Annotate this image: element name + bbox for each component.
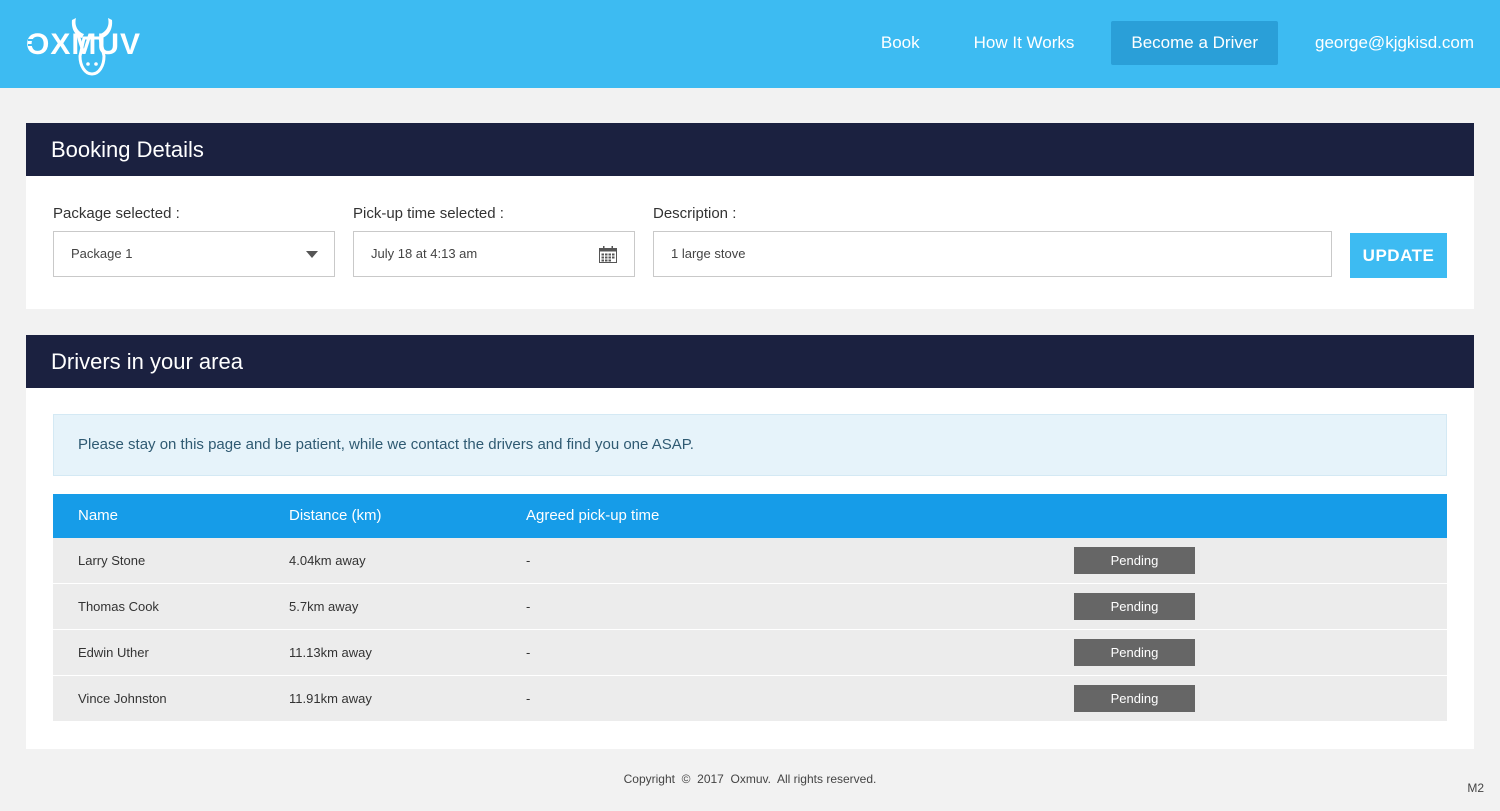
booking-details-title: Booking Details	[26, 123, 1474, 176]
nav-book[interactable]: Book	[854, 21, 947, 65]
description-field: Description : 1 large stove	[653, 205, 1332, 277]
description-label: Description :	[653, 205, 737, 222]
driver-name: Edwin Uther	[78, 645, 149, 660]
top-navbar: OXMUV Book How It Works Become a Driver …	[0, 0, 1500, 88]
build-label: M2	[1467, 781, 1484, 795]
calendar-icon[interactable]	[599, 246, 617, 263]
status-badge[interactable]: Pending	[1074, 639, 1195, 666]
drivers-title: Drivers in your area	[26, 335, 1474, 388]
package-field: Package selected : Package 1	[53, 205, 335, 277]
description-value: 1 large stove	[671, 246, 746, 261]
chevron-down-icon	[306, 251, 318, 258]
driver-name: Vince Johnston	[78, 691, 167, 706]
driver-pickup-time: -	[526, 599, 531, 614]
driver-name: Thomas Cook	[78, 599, 159, 614]
driver-pickup-time: -	[526, 691, 531, 706]
table-row: Vince Johnston 11.91km away - Pending	[53, 676, 1447, 722]
table-row: Edwin Uther 11.13km away - Pending	[53, 630, 1447, 676]
update-button[interactable]: UPDATE	[1350, 233, 1447, 278]
booking-details-panel: Booking Details Package selected : Packa…	[26, 123, 1474, 309]
info-notice: Please stay on this page and be patient,…	[53, 414, 1447, 476]
column-pickup-time: Agreed pick-up time	[526, 507, 660, 524]
table-header: Name Distance (km) Agreed pick-up time	[53, 494, 1447, 538]
column-name: Name	[78, 507, 119, 524]
package-label: Package selected :	[53, 205, 180, 222]
pickup-label: Pick-up time selected :	[353, 205, 504, 222]
driver-distance: 11.13km away	[289, 645, 372, 660]
svg-text:OXMUV: OXMUV	[26, 28, 141, 61]
driver-pickup-time: -	[526, 645, 531, 660]
package-value: Package 1	[71, 246, 133, 261]
column-distance: Distance (km)	[289, 507, 382, 524]
status-badge[interactable]: Pending	[1074, 547, 1195, 574]
status-badge[interactable]: Pending	[1074, 685, 1195, 712]
driver-name: Larry Stone	[78, 553, 146, 568]
package-select[interactable]: Package 1	[53, 231, 335, 277]
nav-user-account[interactable]: george@kjgkisd.com	[1288, 21, 1500, 65]
driver-distance: 5.7km away	[289, 599, 359, 614]
nav-become-a-driver[interactable]: Become a Driver	[1111, 21, 1278, 65]
driver-distance: 4.04km away	[289, 553, 366, 568]
drivers-panel: Drivers in your area Please stay on this…	[26, 335, 1474, 749]
pickup-value: July 18 at 4:13 am	[371, 246, 478, 261]
nav-how-it-works[interactable]: How It Works	[947, 21, 1102, 65]
pickup-time-input[interactable]: July 18 at 4:13 am	[353, 231, 635, 277]
table-row: Thomas Cook 5.7km away - Pending	[53, 584, 1447, 630]
oxmuv-logo[interactable]: OXMUV	[24, 12, 164, 78]
main-nav: Book How It Works Become a Driver george…	[854, 21, 1500, 65]
table-row: Larry Stone 4.04km away - Pending	[53, 538, 1447, 584]
driver-distance: 11.91km away	[289, 691, 372, 706]
footer-copyright: Copyright © 2017 Oxmuv. All rights reser…	[623, 772, 877, 786]
status-badge[interactable]: Pending	[1074, 593, 1195, 620]
description-input[interactable]: 1 large stove	[653, 231, 1332, 277]
drivers-table: Name Distance (km) Agreed pick-up time L…	[53, 494, 1447, 722]
driver-pickup-time: -	[526, 553, 531, 568]
pickup-field: Pick-up time selected : July 18 at 4:13 …	[353, 205, 635, 277]
